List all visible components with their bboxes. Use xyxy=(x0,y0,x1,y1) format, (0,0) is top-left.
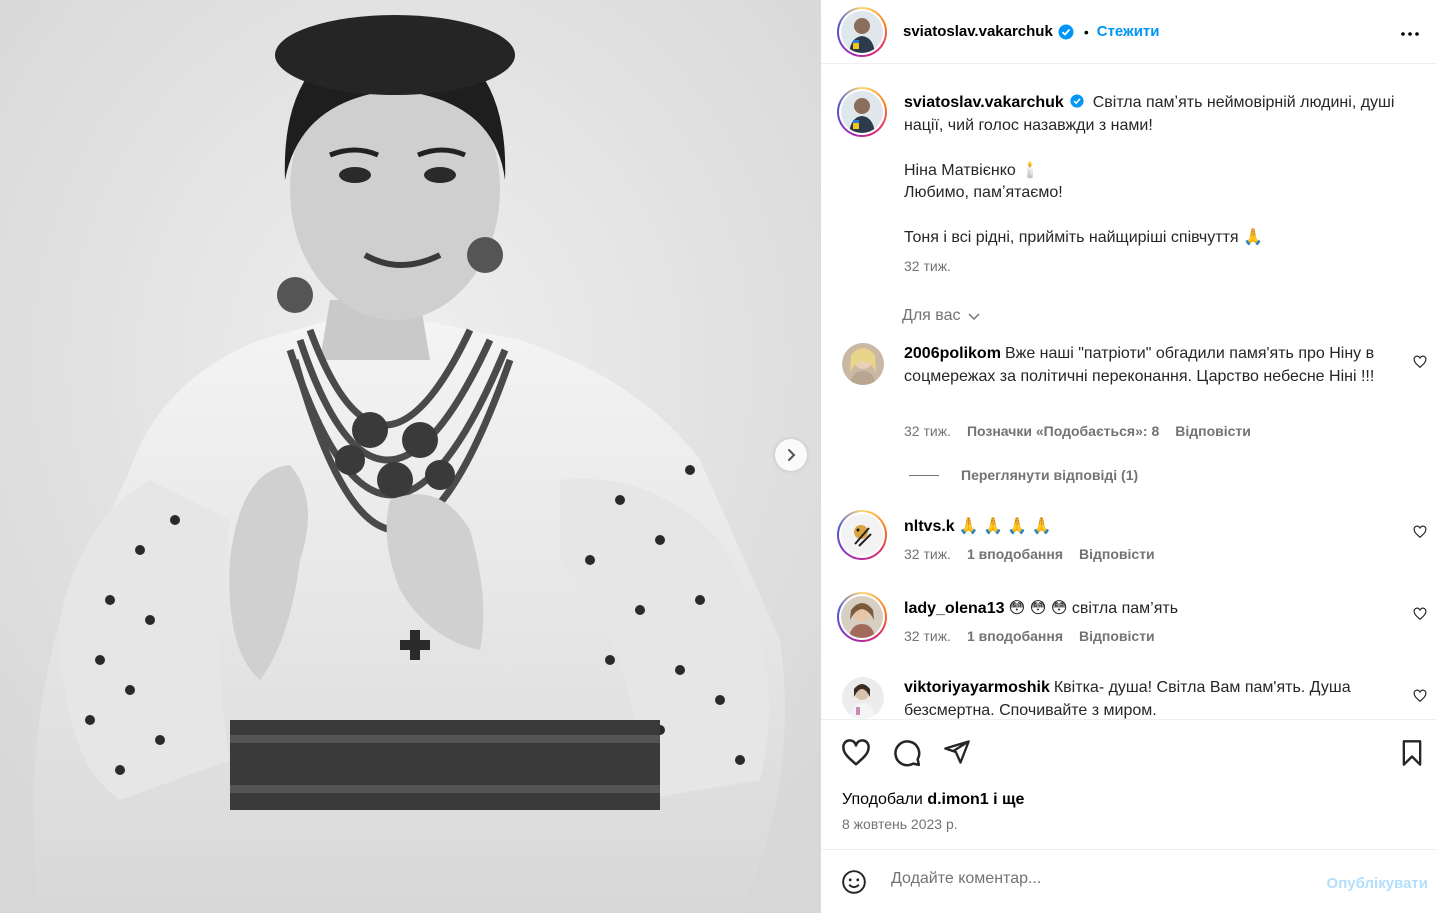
avatar-image xyxy=(841,596,883,638)
share-icon[interactable] xyxy=(943,738,971,771)
post-actions: Уподобали d.imon1 і ще 8 жовтень 2023 р. xyxy=(821,719,1437,849)
like-comment-icon[interactable] xyxy=(1413,689,1427,708)
commenter-avatar[interactable] xyxy=(842,343,884,385)
comment-time[interactable]: 32 тиж. xyxy=(904,628,951,644)
comment-text-block: lady_olena13 😳 😳 😳 світла пам’ять xyxy=(904,598,1384,621)
likes-summary: Уподобали d.imon1 і ще xyxy=(842,791,1024,809)
bookmark-icon[interactable] xyxy=(1398,738,1426,773)
avatar-image xyxy=(841,10,883,53)
like-comment-icon[interactable] xyxy=(1413,525,1427,544)
reply-button[interactable]: Відповісти xyxy=(1079,546,1155,562)
post-header: sviatoslav.vakarchuk • Стежити xyxy=(821,0,1437,64)
comments-list[interactable]: sviatoslav.vakarchuk Світла памʼять нейм… xyxy=(821,65,1437,719)
comment-text: 🙏 🙏 🙏 🙏 xyxy=(958,518,1052,535)
for-you-label: Для вас xyxy=(902,307,961,324)
comment-item: lady_olena13 😳 😳 😳 світла пам’ять 32 тиж.… xyxy=(837,592,1427,652)
separator-dot: • xyxy=(1083,23,1089,40)
comment-username[interactable]: nltvs.k xyxy=(904,518,955,535)
comment-item: viktoriyayarmoshik Квітка- душа! Світла В… xyxy=(837,677,1427,719)
comment-username[interactable]: 2006polikom xyxy=(904,345,1001,362)
post-date[interactable]: 8 жовтень 2023 р. xyxy=(842,816,958,832)
comment-text-block: viktoriyayarmoshik Квітка- душа! Світла В… xyxy=(904,677,1384,719)
comment-likes[interactable]: Позначки «Подобається»: 8 xyxy=(967,423,1159,439)
liker-username[interactable]: d.imon1 xyxy=(927,791,988,808)
comment-item: nltvs.k 🙏 🙏 🙏 🙏 32 тиж. 1 вподобання Відп… xyxy=(837,510,1427,570)
add-comment-bar: Опублікувати xyxy=(821,849,1437,913)
comment-meta: 32 тиж. 1 вподобання Відповісти xyxy=(904,546,1155,562)
post-media xyxy=(0,0,820,913)
divider-line xyxy=(909,474,939,476)
more-options-icon[interactable] xyxy=(1398,22,1422,51)
caption-username[interactable]: sviatoslav.vakarchuk xyxy=(904,94,1064,111)
chevron-right-icon xyxy=(788,449,796,461)
comment-icon[interactable] xyxy=(892,738,922,773)
caption-body: sviatoslav.vakarchuk Світла памʼять нейм… xyxy=(904,92,1404,250)
caption-time[interactable]: 32 тиж. xyxy=(904,258,951,274)
author-avatar[interactable] xyxy=(837,6,887,57)
comment-text-block: 2006polikom Вже наші "патріоти" обгадили … xyxy=(904,343,1384,388)
comment-username[interactable]: viktoriyayarmoshik xyxy=(904,679,1050,696)
commenter-avatar[interactable] xyxy=(837,510,887,560)
view-replies-label: Переглянути відповіді (1) xyxy=(961,467,1139,483)
verified-icon xyxy=(1058,24,1074,40)
like-icon[interactable] xyxy=(841,738,871,773)
author-username[interactable]: sviatoslav.vakarchuk xyxy=(903,23,1053,40)
verified-icon xyxy=(1070,94,1084,108)
reply-button[interactable]: Відповісти xyxy=(1079,628,1155,644)
commenter-avatar[interactable] xyxy=(842,677,884,719)
like-comment-icon[interactable] xyxy=(1413,355,1427,374)
for-you-toggle[interactable]: Для вас xyxy=(902,307,981,325)
avatar-image xyxy=(841,514,883,556)
comment-meta: 32 тиж. 1 вподобання Відповісти xyxy=(904,628,1155,644)
comment-text-block: nltvs.k 🙏 🙏 🙏 🙏 xyxy=(904,516,1384,539)
like-comment-icon[interactable] xyxy=(1413,607,1427,626)
likes-others[interactable]: і ще xyxy=(993,791,1024,808)
emoji-icon[interactable] xyxy=(841,869,867,900)
chevron-down-icon xyxy=(967,313,980,321)
likes-prefix: Уподобали xyxy=(842,791,923,808)
commenter-avatar[interactable] xyxy=(837,592,887,642)
follow-button[interactable]: Стежити xyxy=(1097,23,1160,40)
avatar-image xyxy=(841,91,883,133)
post-sidebar: sviatoslav.vakarchuk • Стежити sviatosla… xyxy=(820,0,1437,913)
comment-input[interactable] xyxy=(891,870,1291,888)
comment-meta: 32 тиж. Позначки «Подобається»: 8 Відпов… xyxy=(904,423,1251,439)
comment-likes[interactable]: 1 вподобання xyxy=(967,546,1063,562)
comment-item: 2006polikom Вже наші "патріоти" обгадили … xyxy=(837,343,1427,453)
comment-likes[interactable]: 1 вподобання xyxy=(967,628,1063,644)
comment-time[interactable]: 32 тиж. xyxy=(904,546,951,562)
next-slide-button[interactable] xyxy=(775,439,807,471)
caption-avatar[interactable] xyxy=(837,87,887,137)
comment-username[interactable]: lady_olena13 xyxy=(904,600,1005,617)
publish-button[interactable]: Опублікувати xyxy=(1327,875,1428,892)
view-replies-button[interactable]: Переглянути відповіді (1) xyxy=(909,467,1138,483)
reply-button[interactable]: Відповісти xyxy=(1175,423,1251,439)
post-photo xyxy=(0,0,820,913)
comment-time[interactable]: 32 тиж. xyxy=(904,423,951,439)
comment-text: 😳 😳 😳 світла пам’ять xyxy=(1008,600,1179,617)
caption-text: Світла памʼять неймовірній людині, душі … xyxy=(904,94,1395,246)
